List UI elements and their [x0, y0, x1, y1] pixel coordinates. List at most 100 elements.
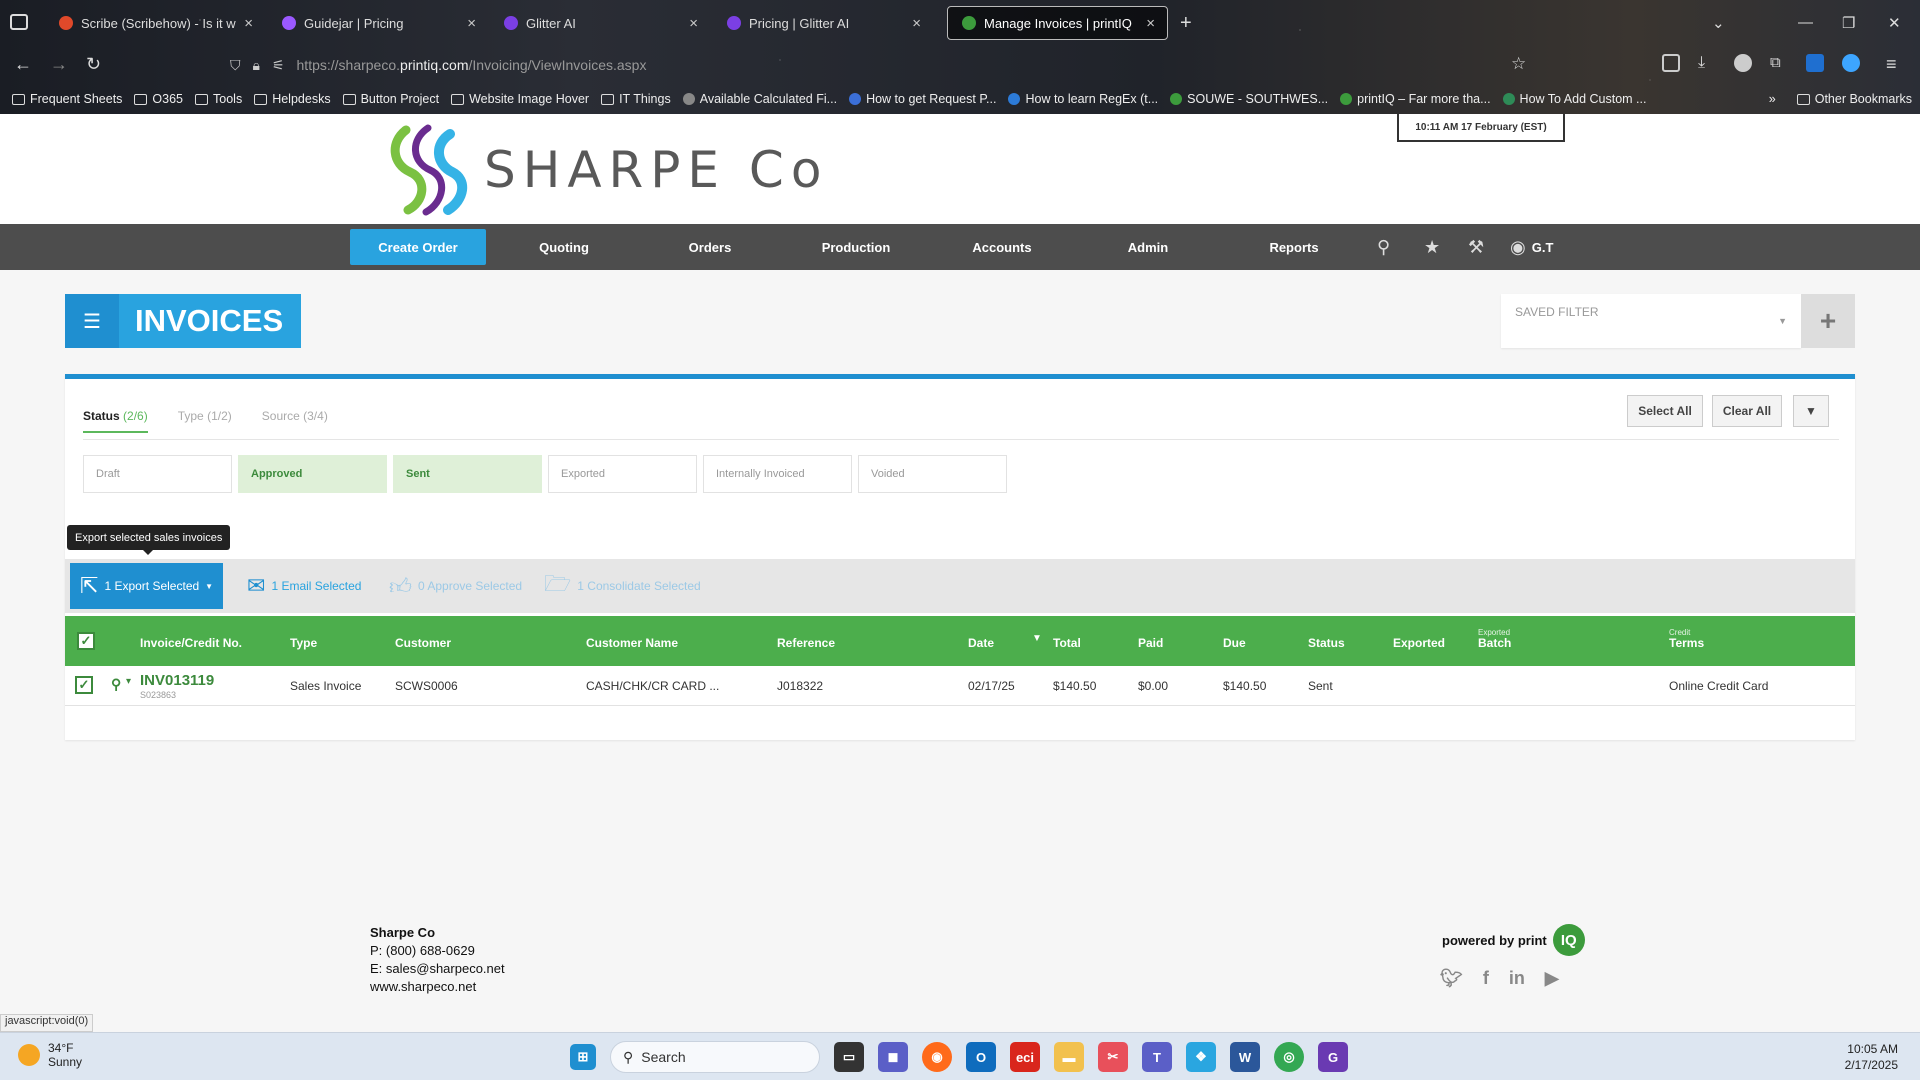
- task-view-icon[interactable]: ▭: [834, 1042, 864, 1072]
- taskbar-clock[interactable]: 10:05 AM 2/17/2025: [1845, 1041, 1898, 1073]
- column-invoice[interactable]: Invoice/Credit No.: [140, 636, 242, 650]
- reload-icon[interactable]: ↻: [86, 54, 101, 75]
- status-chip-sent[interactable]: Sent: [393, 455, 542, 493]
- url-text[interactable]: https://sharpeco.printiq.com/Invoicing/V…: [297, 57, 647, 73]
- eci-app-icon[interactable]: eci: [1010, 1042, 1040, 1072]
- bookmark-link[interactable]: How to learn RegEx (t...: [1008, 92, 1158, 106]
- filter-button[interactable]: ▼: [1793, 395, 1829, 427]
- close-tab-icon[interactable]: ×: [912, 15, 921, 32]
- email-selected-button[interactable]: ✉ 1 Email Selected: [237, 563, 371, 609]
- magnify-preview-icon[interactable]: ⚲: [111, 676, 121, 693]
- shield-icon[interactable]: ⛉: [230, 57, 241, 74]
- close-tab-icon[interactable]: ×: [1146, 15, 1155, 32]
- outlook-icon[interactable]: O: [966, 1042, 996, 1072]
- status-chip-draft[interactable]: Draft: [83, 455, 232, 493]
- bookmark-folder[interactable]: » Other Bookmarks: [1769, 92, 1912, 106]
- close-tab-icon[interactable]: ×: [467, 15, 476, 32]
- permissions-icon[interactable]: ⚟: [272, 57, 285, 74]
- bookmark-folder[interactable]: Button Project: [342, 92, 439, 106]
- star-icon[interactable]: ★: [1424, 237, 1440, 258]
- teams-icon[interactable]: T: [1142, 1042, 1172, 1072]
- bookmark-link[interactable]: SOUWE - SOUTHWES...: [1170, 92, 1328, 106]
- address-bar[interactable]: ⛉ 🔒︎ ⚟ https://sharpeco.printiq.com/Invo…: [230, 51, 1530, 79]
- new-tab-icon[interactable]: +: [1180, 12, 1192, 35]
- bookmark-star-icon[interactable]: ☆: [1511, 54, 1526, 74]
- extensions-icon[interactable]: ⧉: [1770, 54, 1781, 71]
- bookmark-folder[interactable]: Tools: [195, 92, 242, 106]
- column-reference[interactable]: Reference: [777, 636, 835, 650]
- forward-icon[interactable]: →: [50, 54, 68, 75]
- company-website[interactable]: www.sharpeco.net: [370, 978, 505, 996]
- create-order-button[interactable]: Create Order: [350, 229, 486, 265]
- column-type[interactable]: Type: [290, 636, 317, 650]
- tab-status[interactable]: Status (2/6): [83, 409, 148, 433]
- consolidate-selected-button[interactable]: 🗁︎ 1 Consolidate Selected: [534, 563, 711, 609]
- status-chip-internally-invoiced[interactable]: Internally Invoiced: [703, 455, 852, 493]
- chat-icon[interactable]: ◼: [878, 1042, 908, 1072]
- wrench-icon[interactable]: ⚒: [1468, 237, 1484, 258]
- nav-item-reports[interactable]: Reports: [1244, 224, 1344, 270]
- search-icon[interactable]: ⚲: [1377, 237, 1390, 258]
- extension-icon[interactable]: [1806, 54, 1824, 72]
- browser-tab[interactable]: Pricing | Glitter AI ×: [713, 6, 933, 40]
- lock-icon[interactable]: 🔒︎: [253, 57, 260, 74]
- approve-selected-button[interactable]: 👍︎ 0 Approve Selected: [379, 563, 532, 609]
- bookmark-link[interactable]: How To Add Custom ...: [1502, 92, 1646, 106]
- bookmark-link[interactable]: printIQ – Far more tha...: [1340, 92, 1491, 106]
- export-selected-button[interactable]: ⇱ 1 Export Selected ▼: [70, 563, 224, 609]
- status-chip-approved[interactable]: Approved: [238, 455, 387, 493]
- column-customer[interactable]: Customer: [395, 636, 451, 650]
- menu-icon[interactable]: ≡: [1886, 54, 1897, 75]
- chevron-double-right-icon[interactable]: »: [1769, 92, 1776, 106]
- nav-item-quoting[interactable]: Quoting: [514, 224, 614, 270]
- saved-filter-select[interactable]: SAVED FILTER ▼: [1501, 294, 1801, 348]
- nav-item-orders[interactable]: Orders: [660, 224, 760, 270]
- invoice-number-link[interactable]: INV013119: [140, 672, 214, 689]
- company-email[interactable]: E: sales@sharpeco.net: [370, 960, 505, 978]
- browser-tab[interactable]: Glitter AI ×: [490, 6, 710, 40]
- status-chip-voided[interactable]: Voided: [858, 455, 1007, 493]
- company-logo[interactable]: SHARPE Co: [388, 124, 828, 216]
- browser-tab-active[interactable]: Manage Invoices | printIQ ×: [947, 6, 1168, 40]
- browser-tab[interactable]: Scribe (Scribehow) - Is it worth ×: [45, 6, 265, 40]
- bookmark-folder[interactable]: O365: [134, 92, 183, 106]
- snipping-tool-icon[interactable]: ✂: [1098, 1042, 1128, 1072]
- powered-by-printiq[interactable]: powered by print IQ: [1442, 924, 1585, 956]
- download-icon[interactable]: ⤓: [1698, 54, 1705, 72]
- clear-all-button[interactable]: Clear All: [1712, 395, 1782, 427]
- nav-item-accounts[interactable]: Accounts: [952, 224, 1052, 270]
- bookmark-folder[interactable]: Website Image Hover: [451, 92, 589, 106]
- select-all-button[interactable]: Select All: [1627, 395, 1703, 427]
- sort-desc-icon[interactable]: ▼: [1032, 633, 1042, 644]
- bookmark-folder[interactable]: Frequent Sheets: [12, 92, 122, 106]
- minimize-icon[interactable]: —: [1798, 14, 1813, 31]
- close-tab-icon[interactable]: ×: [244, 15, 253, 32]
- pocket-icon[interactable]: [1662, 54, 1680, 72]
- column-date[interactable]: Date: [968, 636, 994, 650]
- column-due[interactable]: Due: [1223, 636, 1246, 650]
- bookmark-link[interactable]: Available Calculated Fi...: [682, 92, 837, 106]
- table-row[interactable]: ✓ ⚲ ▾ INV013119 S023863 Sales Invoice SC…: [65, 666, 1855, 706]
- word-icon[interactable]: W: [1230, 1042, 1260, 1072]
- browser-tab[interactable]: Guidejar | Pricing ×: [268, 6, 488, 40]
- add-filter-button[interactable]: +: [1801, 294, 1855, 348]
- account-icon[interactable]: [1734, 54, 1752, 72]
- close-window-icon[interactable]: ✕: [1888, 14, 1901, 32]
- extension-icon[interactable]: [1842, 54, 1860, 72]
- restore-icon[interactable]: ❐: [1842, 14, 1855, 32]
- file-explorer-icon[interactable]: ▬: [1054, 1042, 1084, 1072]
- select-all-checkbox[interactable]: ✓: [77, 632, 95, 650]
- hamburger-menu-icon[interactable]: ☰: [65, 294, 119, 348]
- column-total[interactable]: Total: [1053, 636, 1081, 650]
- tab-source[interactable]: Source (3/4): [262, 409, 328, 433]
- tab-list-icon[interactable]: [10, 14, 28, 30]
- bookmark-link[interactable]: How to get Request P...: [849, 92, 996, 106]
- user-menu[interactable]: ◉ G.T: [1510, 237, 1553, 258]
- taskbar-search[interactable]: ⚲ Search: [610, 1041, 820, 1073]
- row-checkbox[interactable]: ✓: [75, 676, 93, 694]
- twitter-icon[interactable]: 🐦︎: [1440, 968, 1463, 989]
- bookmark-folder[interactable]: Helpdesks: [254, 92, 331, 106]
- chrome-icon[interactable]: ◎: [1274, 1042, 1304, 1072]
- facebook-icon[interactable]: f: [1483, 968, 1489, 989]
- caret-down-icon[interactable]: ▾: [126, 676, 131, 687]
